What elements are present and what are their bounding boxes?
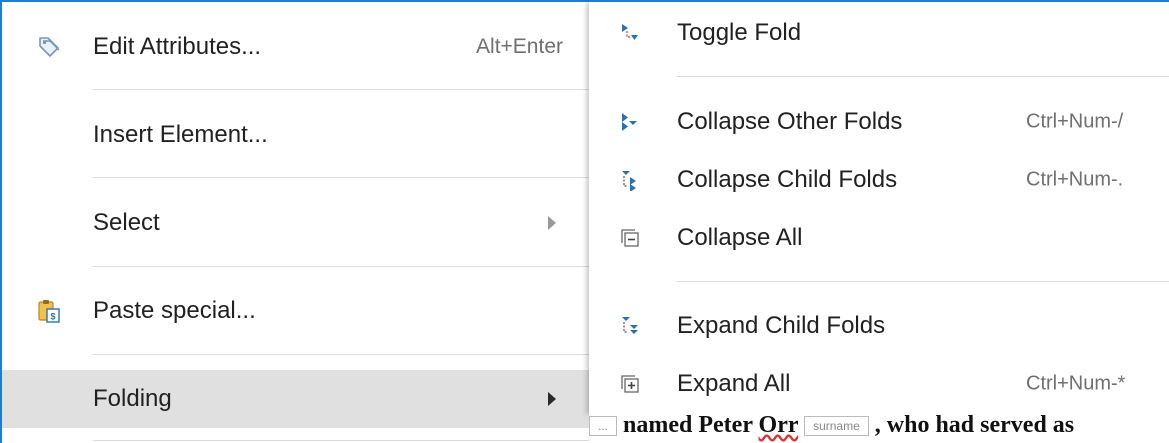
submenu-item-expand-child-folds[interactable]: Expand Child Folds bbox=[589, 298, 1169, 354]
menu-item-shortcut: Alt+Enter bbox=[476, 35, 563, 58]
submenu-item-shortcut: Ctrl+Num-/ bbox=[1026, 110, 1124, 133]
menu-separator bbox=[93, 177, 589, 178]
spellcheck-word[interactable]: Orr bbox=[759, 412, 799, 438]
collapse-all-icon bbox=[617, 225, 643, 251]
submenu-arrow-icon bbox=[548, 216, 556, 230]
document-text: , who had served as bbox=[868, 412, 1075, 438]
menu-item-label: Paste special... bbox=[93, 297, 256, 324]
document-text: named Peter bbox=[617, 412, 759, 438]
expand-all-icon bbox=[617, 371, 643, 397]
menu-separator bbox=[93, 440, 589, 441]
menu-item-label: Edit Attributes... bbox=[93, 33, 262, 60]
submenu-item-shortcut: Ctrl+Num-. bbox=[1026, 168, 1124, 191]
submenu-item-label: Collapse Child Folds bbox=[677, 166, 898, 193]
submenu-item-label: Collapse Other Folds bbox=[677, 108, 903, 135]
menu-separator bbox=[93, 89, 589, 90]
clipboard-icon: $ bbox=[36, 298, 62, 324]
collapsed-tag-marker[interactable]: ... bbox=[589, 416, 618, 437]
svg-text:$: $ bbox=[50, 312, 55, 322]
submenu-item-toggle-fold[interactable]: Toggle Fold bbox=[589, 5, 1169, 61]
menu-item-label: Insert Element... bbox=[93, 121, 268, 148]
submenu-item-label: Expand All bbox=[677, 370, 791, 397]
menu-item-label: Select bbox=[93, 209, 160, 236]
context-menu: Edit Attributes... Alt+Enter Insert Elem… bbox=[0, 0, 589, 443]
menu-item-edit-attributes[interactable]: Edit Attributes... Alt+Enter bbox=[2, 18, 589, 76]
menu-separator bbox=[677, 281, 1169, 282]
toggle-fold-icon bbox=[617, 20, 643, 46]
submenu-item-label: Toggle Fold bbox=[677, 19, 802, 46]
element-tag-surname[interactable]: surname bbox=[804, 416, 869, 437]
submenu-item-collapse-child-folds[interactable]: Collapse Child Folds Ctrl+Num-. bbox=[589, 152, 1169, 208]
submenu-item-expand-all[interactable]: Expand All Ctrl+Num-* bbox=[589, 356, 1169, 412]
menu-separator bbox=[677, 76, 1169, 77]
menu-separator bbox=[93, 266, 589, 267]
collapse-other-icon bbox=[617, 109, 643, 135]
menu-separator bbox=[93, 354, 589, 355]
menu-item-insert-element[interactable]: Insert Element... bbox=[2, 106, 589, 164]
submenu-item-label: Collapse All bbox=[677, 224, 803, 251]
tag-icon bbox=[36, 34, 62, 60]
menu-item-label: Folding bbox=[93, 385, 172, 412]
document-text-line[interactable]: ... named Peter Orr surname , who had se… bbox=[589, 412, 1169, 443]
submenu-item-collapse-other-folds[interactable]: Collapse Other Folds Ctrl+Num-/ bbox=[589, 94, 1169, 150]
submenu-item-shortcut: Ctrl+Num-* bbox=[1026, 372, 1126, 395]
collapse-child-icon bbox=[617, 167, 643, 193]
submenu-item-collapse-all[interactable]: Collapse All bbox=[589, 210, 1169, 266]
menu-item-folding[interactable]: Folding bbox=[2, 370, 589, 428]
folding-submenu: Toggle Fold Collapse Other Folds Ctrl+Nu… bbox=[589, 0, 1169, 412]
submenu-item-label: Expand Child Folds bbox=[677, 312, 886, 339]
menu-item-select[interactable]: Select bbox=[2, 194, 589, 252]
expand-child-icon bbox=[617, 313, 643, 339]
menu-item-paste-special[interactable]: $ Paste special... bbox=[2, 282, 589, 340]
submenu-arrow-icon bbox=[548, 392, 556, 406]
